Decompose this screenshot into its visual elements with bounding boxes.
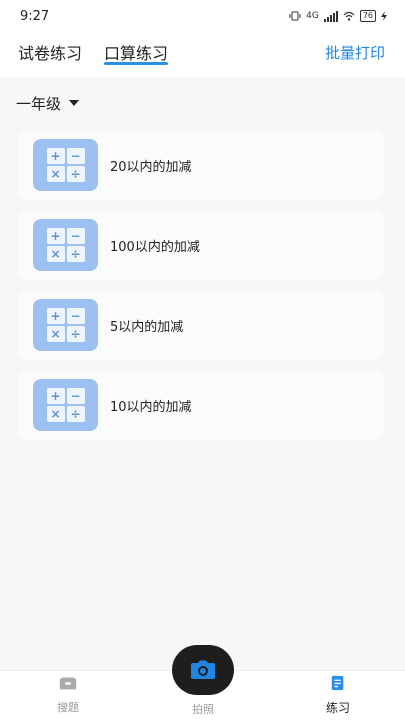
- minus-symbol: −: [66, 388, 85, 404]
- plus-symbol: +: [46, 388, 65, 404]
- tab-practice-label: 练习: [325, 701, 350, 715]
- divide-symbol: ÷: [66, 166, 85, 182]
- tab-photo[interactable]: 拍照: [163, 697, 243, 717]
- vibrate-icon: [289, 11, 301, 21]
- math-operators-icon: + − × ÷: [33, 219, 98, 271]
- camera-button[interactable]: [172, 645, 234, 695]
- practice-item[interactable]: + − × ÷ 5以内的加减: [18, 291, 384, 359]
- active-tab-indicator: [104, 62, 168, 65]
- charging-icon: [381, 11, 387, 21]
- camera-icon: [191, 660, 215, 679]
- times-symbol: ×: [46, 246, 65, 262]
- math-operators-icon: + − × ÷: [33, 379, 98, 431]
- practice-icon: [331, 675, 344, 691]
- status-time: 9:27: [20, 8, 50, 24]
- grade-label: 一年级: [16, 94, 62, 113]
- times-symbol: ×: [46, 406, 65, 422]
- practice-item-title: 100以内的加减: [110, 239, 200, 255]
- times-symbol: ×: [46, 166, 65, 182]
- wifi-icon: [343, 11, 355, 21]
- grade-selector[interactable]: 一年级: [0, 78, 405, 128]
- practice-list: + − × ÷ 20以内的加减 + − × ÷ 100以内的加减 + − × ÷: [18, 131, 384, 451]
- search-questions-icon: [59, 677, 77, 690]
- math-operators-icon: + − × ÷: [33, 299, 98, 351]
- tab-search-questions[interactable]: 搜题: [28, 675, 108, 715]
- tab-mental-math-practice[interactable]: 口算练习: [104, 40, 168, 64]
- minus-symbol: −: [66, 228, 85, 244]
- plus-symbol: +: [46, 228, 65, 244]
- header: 试卷练习 口算练习 批量打印: [0, 32, 405, 77]
- minus-symbol: −: [66, 308, 85, 324]
- minus-symbol: −: [66, 148, 85, 164]
- tab-photo-label: 拍照: [192, 703, 214, 716]
- divide-symbol: ÷: [66, 246, 85, 262]
- practice-item[interactable]: + − × ÷ 10以内的加减: [18, 371, 384, 439]
- network-type: 4G: [306, 11, 319, 21]
- divide-symbol: ÷: [66, 406, 85, 422]
- signal-icon: [323, 10, 338, 22]
- tab-practice[interactable]: 练习: [298, 675, 378, 716]
- status-icons: 4G 76: [289, 10, 387, 22]
- plus-symbol: +: [46, 308, 65, 324]
- status-bar: 9:27 4G 76: [0, 0, 405, 32]
- practice-item-title: 10以内的加减: [110, 399, 192, 415]
- practice-item-title: 20以内的加减: [110, 159, 192, 175]
- tab-search-label: 搜题: [57, 701, 79, 714]
- practice-item[interactable]: + − × ÷ 20以内的加减: [18, 131, 384, 199]
- caret-down-icon: [69, 100, 80, 106]
- practice-item-title: 5以内的加减: [110, 319, 184, 335]
- batch-print-button[interactable]: 批量打印: [325, 42, 385, 63]
- times-symbol: ×: [46, 326, 65, 342]
- divide-symbol: ÷: [66, 326, 85, 342]
- tab-paper-practice[interactable]: 试卷练习: [18, 40, 82, 64]
- battery-icon: 76: [359, 10, 376, 22]
- practice-item[interactable]: + − × ÷ 100以内的加减: [18, 211, 384, 279]
- math-operators-icon: + − × ÷: [33, 139, 98, 191]
- plus-symbol: +: [46, 148, 65, 164]
